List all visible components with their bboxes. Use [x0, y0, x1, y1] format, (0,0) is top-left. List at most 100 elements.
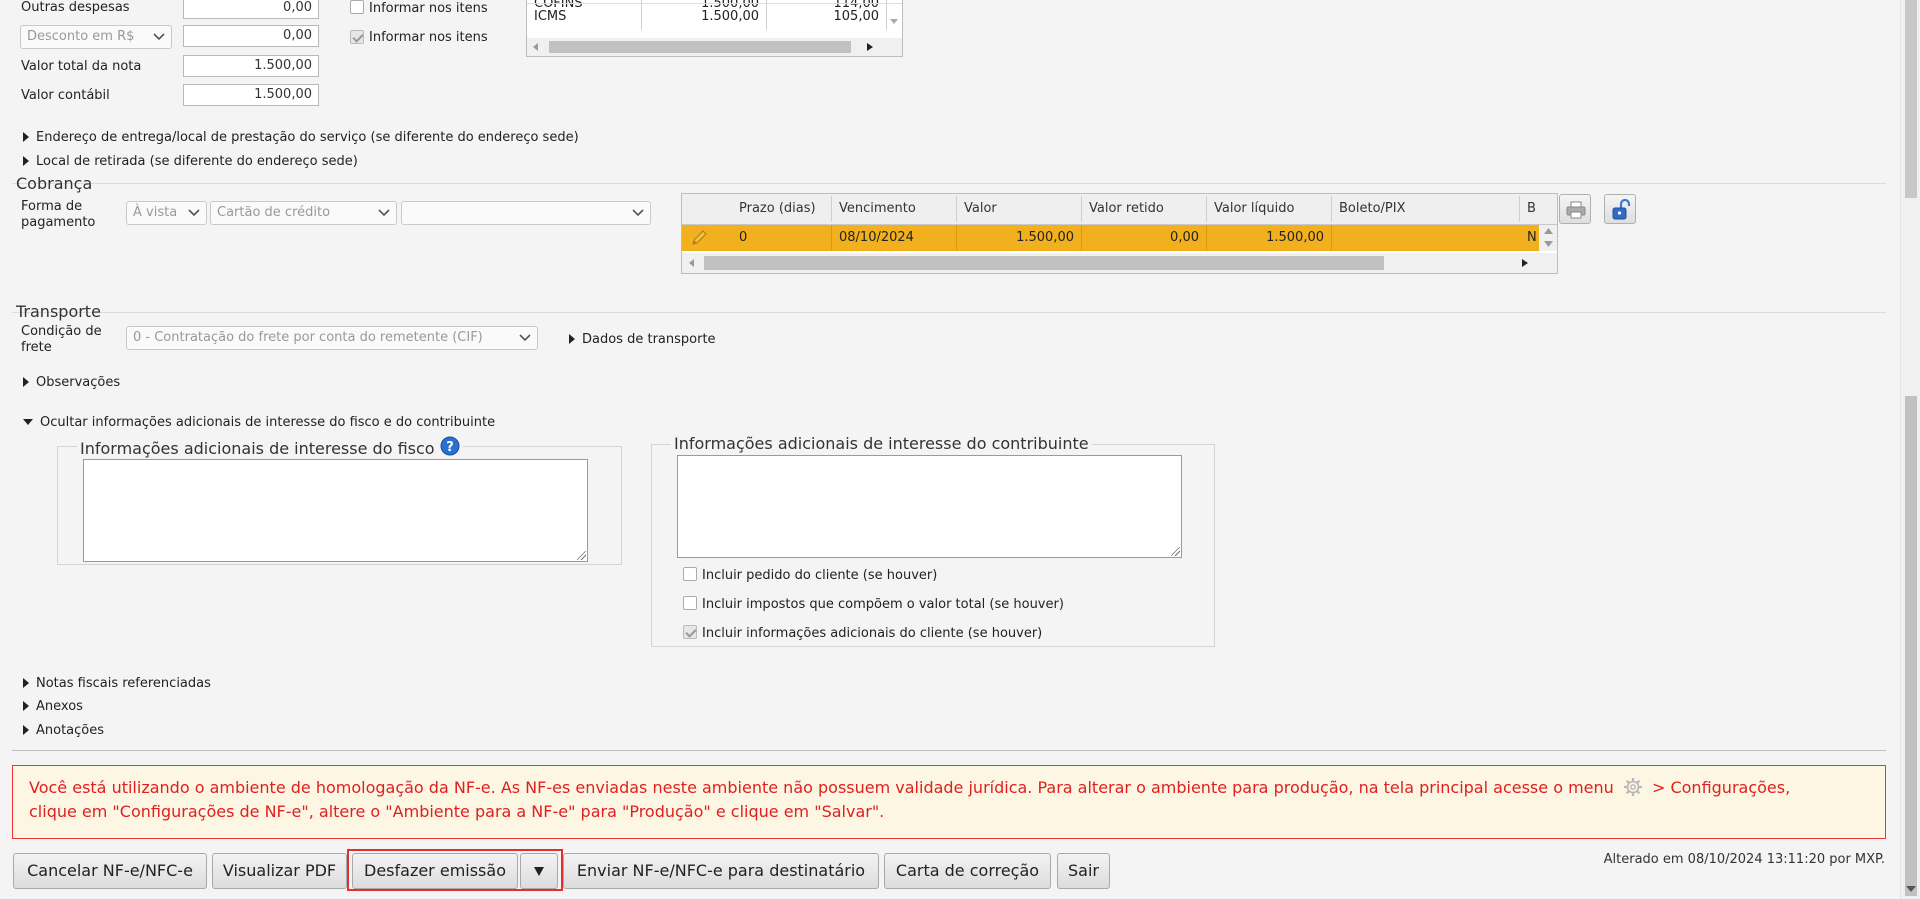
expand-icon [23, 725, 29, 735]
gear-icon [1623, 778, 1642, 796]
page-scroll-thumb[interactable] [1905, 396, 1917, 896]
edit-pencil-icon[interactable] [691, 230, 709, 246]
pagamento-meio-value: Cartão de crédito [217, 205, 331, 220]
homologacao-warning: Você está utilizando o ambiente de homol… [12, 765, 1886, 839]
dados-transporte-toggle[interactable]: Dados de transporte [569, 332, 716, 347]
scroll-down-icon[interactable] [889, 18, 899, 26]
tax-grid: COFINS 1.500,00 114,00 ICMS 1.500,00 105… [526, 0, 903, 57]
info-contrib-textarea[interactable] [677, 455, 1182, 558]
incluir-info-cliente-label: Incluir informações adicionais do client… [702, 626, 1043, 641]
carta-correcao-button[interactable]: Carta de correção [884, 853, 1051, 889]
cobranca-grid: Prazo (dias) Vencimento Valor Valor reti… [681, 193, 1558, 274]
grid-col-valor[interactable]: Valor [957, 196, 1082, 222]
printer-icon [1566, 201, 1586, 219]
condicao-frete-select[interactable]: 0 - Contratação do frete por conta do re… [126, 326, 538, 350]
collapse-icon [23, 419, 33, 425]
local-retirada-label: Local de retirada (se diferente do ender… [36, 154, 358, 169]
grid-col-valor-retido[interactable]: Valor retido [1082, 196, 1207, 222]
scroll-right-icon[interactable] [1522, 259, 1528, 267]
desconto-input[interactable]: 0,00 [183, 25, 319, 47]
pagamento-prazo-select[interactable]: À vista [126, 201, 207, 225]
condicao-frete-label: Condição de frete [21, 324, 102, 356]
incluir-pedido-label: Incluir pedido do cliente (se houver) [702, 568, 938, 583]
grid-cell-valor-liquido: 1.500,00 [1207, 225, 1332, 251]
chevron-down-icon [378, 209, 390, 217]
expand-icon [23, 701, 29, 711]
forma-pagamento-label-line1: Forma de [21, 199, 83, 214]
incluir-pedido-checkbox[interactable] [683, 567, 697, 581]
chevron-down-icon [188, 209, 200, 217]
tax-grid-hscrollbar[interactable] [527, 38, 902, 56]
valor-contabil-input[interactable]: 1.500,00 [183, 84, 319, 106]
info-fisco-legend: Informações adicionais de interesse do f… [77, 436, 463, 458]
chevron-down-icon [519, 334, 531, 342]
scroll-down-icon[interactable] [1906, 886, 1916, 894]
outras-despesas-input[interactable]: 0,00 [183, 0, 319, 19]
anexos-toggle[interactable]: Anexos [23, 699, 83, 714]
unlock-button[interactable] [1604, 194, 1636, 224]
grid-scroll-thumb[interactable] [704, 256, 1384, 270]
unlock-icon [1612, 199, 1631, 220]
tax-grid-scroll-thumb[interactable] [549, 41, 851, 53]
desfazer-dropdown-button[interactable] [520, 853, 558, 889]
notas-referenciadas-toggle[interactable]: Notas fiscais referenciadas [23, 676, 211, 691]
expand-icon [23, 678, 29, 688]
dropdown-arrow-icon [534, 867, 544, 876]
scroll-down-icon[interactable] [1544, 241, 1553, 247]
informar-itens-checkbox-1[interactable] [350, 0, 364, 14]
warning-line1-end: > Configurações, [1651, 778, 1791, 797]
grid-cell-prazo: 0 [732, 225, 832, 251]
scroll-up-icon[interactable] [1544, 228, 1553, 234]
notas-referenciadas-label: Notas fiscais referenciadas [36, 676, 211, 691]
svg-text:?: ? [446, 440, 454, 455]
tax-cell: 105,00 [767, 4, 887, 30]
visualizar-pdf-button[interactable]: Visualizar PDF [212, 853, 347, 889]
dados-transporte-label: Dados de transporte [582, 332, 716, 347]
informar-itens-label-1: Informar nos itens [369, 1, 488, 16]
condicao-frete-label-line1: Condição de [21, 324, 102, 339]
grid-col-valor-liquido[interactable]: Valor líquido [1207, 196, 1332, 222]
tax-cell: ICMS [527, 4, 642, 30]
endereco-entrega-toggle[interactable]: Endereço de entrega/local de prestação d… [23, 130, 579, 145]
page-vscrollbar[interactable] [1900, 0, 1920, 899]
desconto-type-select[interactable]: Desconto em R$ [20, 25, 172, 49]
tax-cell: 1.500,00 [642, 4, 767, 30]
valor-total-input[interactable]: 1.500,00 [183, 55, 319, 77]
help-icon[interactable]: ? [440, 436, 460, 456]
grid-col-vencimento[interactable]: Vencimento [832, 196, 957, 222]
grid-vscrollbar[interactable] [1539, 225, 1557, 251]
grid-col-boleto[interactable]: Boleto/PIX [1332, 196, 1520, 222]
resize-handle-icon[interactable] [577, 551, 586, 560]
sair-button[interactable]: Sair [1057, 853, 1110, 889]
scroll-left-icon[interactable] [533, 43, 539, 51]
incluir-impostos-checkbox[interactable] [683, 596, 697, 610]
scroll-right-icon[interactable] [867, 43, 873, 51]
enviar-destinatario-button[interactable]: Enviar NF-e/NFC-e para destinatário [563, 853, 879, 889]
expand-icon [23, 156, 29, 166]
condicao-frete-label-line2: frete [21, 340, 52, 355]
resize-handle-icon[interactable] [1171, 547, 1180, 556]
info-fisco-textarea[interactable] [83, 459, 588, 562]
grid-col-prazo[interactable]: Prazo (dias) [732, 196, 832, 222]
cancelar-nfe-button[interactable]: Cancelar NF-e/NFC-e [13, 853, 207, 889]
pagamento-extra-select[interactable] [401, 201, 651, 225]
grid-hscrollbar[interactable] [682, 253, 1557, 273]
condicao-frete-value: 0 - Contratação do frete por conta do re… [133, 330, 483, 345]
anotacoes-toggle[interactable]: Anotações [23, 723, 104, 738]
print-button[interactable] [1559, 194, 1591, 224]
forma-pagamento-label-line2: pagamento [21, 215, 96, 230]
ocultar-info-label: Ocultar informações adicionais de intere… [40, 415, 496, 430]
scroll-left-icon[interactable] [689, 259, 695, 267]
incluir-info-cliente-checkbox[interactable] [683, 625, 697, 639]
grid-col-b[interactable]: B [1520, 196, 1557, 222]
chevron-down-icon [632, 209, 644, 217]
expand-icon [23, 132, 29, 142]
forma-pagamento-label: Forma de pagamento [21, 199, 95, 231]
local-retirada-toggle[interactable]: Local de retirada (se diferente do ender… [23, 154, 358, 169]
ocultar-info-toggle[interactable]: Ocultar informações adicionais de intere… [23, 415, 495, 430]
informar-itens-checkbox-2[interactable] [350, 30, 364, 44]
observacoes-toggle[interactable]: Observações [23, 375, 120, 390]
pagamento-meio-select[interactable]: Cartão de crédito [210, 201, 397, 225]
pagamento-prazo-value: À vista [133, 205, 178, 220]
desfazer-emissao-button[interactable]: Desfazer emissão [352, 853, 518, 889]
